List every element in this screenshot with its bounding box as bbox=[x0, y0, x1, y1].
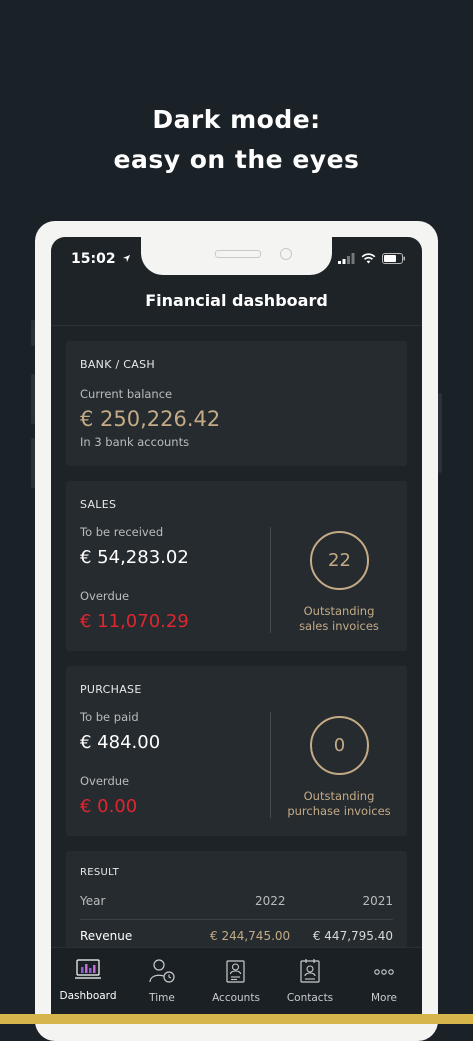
bank-card-title: BANK / CASH bbox=[80, 358, 155, 371]
tab-accounts-label: Accounts bbox=[212, 992, 260, 1004]
tab-more[interactable]: More bbox=[347, 958, 421, 1004]
purchase-caption-line-2: purchase invoices bbox=[287, 804, 391, 818]
more-icon bbox=[374, 969, 394, 975]
phone-side-button-power bbox=[438, 393, 442, 473]
current-balance-label: Current balance bbox=[80, 387, 173, 401]
speaker-grille bbox=[215, 250, 261, 258]
phone-side-button-volume-up bbox=[31, 374, 35, 424]
promo-line-2: easy on the eyes bbox=[113, 145, 360, 174]
tab-contacts[interactable]: Contacts bbox=[273, 958, 347, 1004]
tab-dashboard-label: Dashboard bbox=[59, 990, 117, 1002]
bottom-tab-bar: Dashboard Time Accounts Contacts More bbox=[51, 947, 422, 1024]
purchase-card-divider bbox=[270, 712, 271, 818]
bank-accounts-note: In 3 bank accounts bbox=[80, 435, 190, 449]
revenue-current: € 244,745.00 bbox=[210, 929, 291, 943]
purchase-invoice-count-ring[interactable]: 0 bbox=[310, 716, 369, 775]
sales-overdue-label: Overdue bbox=[80, 589, 130, 603]
revenue-previous: € 447,795.40 bbox=[312, 929, 393, 943]
notch bbox=[141, 237, 332, 275]
sales-caption-line-2: sales invoices bbox=[299, 619, 379, 633]
time-icon bbox=[149, 959, 175, 983]
current-balance-value: € 250,226.42 bbox=[80, 407, 221, 431]
bottom-accent-strip bbox=[0, 1014, 473, 1024]
purchase-overdue-amount: € 0.00 bbox=[80, 796, 138, 817]
purchase-overdue-label: Overdue bbox=[80, 774, 130, 788]
cellular-signal-icon bbox=[338, 253, 355, 264]
to-be-paid-amount: € 484.00 bbox=[80, 732, 161, 753]
wifi-icon bbox=[361, 253, 376, 264]
phone-side-button-volume-down bbox=[31, 438, 35, 488]
sales-caption-line-1: Outstanding bbox=[303, 604, 375, 618]
bank-cash-card[interactable]: BANK / CASH Current balance € 250,226.42… bbox=[66, 341, 407, 466]
header-divider bbox=[51, 325, 422, 326]
tab-time[interactable]: Time bbox=[125, 958, 199, 1004]
status-time-text: 15:02 bbox=[71, 251, 116, 267]
accounts-icon bbox=[226, 960, 245, 983]
page-title: Financial dashboard bbox=[145, 291, 328, 310]
sales-card[interactable]: SALES To be received € 54,283.02 Overdue… bbox=[66, 481, 407, 651]
sales-invoice-count: 22 bbox=[328, 550, 351, 571]
app-screen: 15:02 Financial dashboard BANK / CASH Cu… bbox=[51, 237, 422, 1024]
tab-accounts[interactable]: Accounts bbox=[199, 958, 273, 1004]
to-be-received-label: To be received bbox=[80, 525, 164, 539]
purchase-caption-line-1: Outstanding bbox=[303, 789, 375, 803]
purchase-invoices-caption: Outstanding purchase invoices bbox=[286, 789, 392, 819]
year-label: Year bbox=[80, 894, 106, 908]
tab-more-label: More bbox=[370, 992, 398, 1004]
sales-card-title: SALES bbox=[80, 498, 117, 511]
front-camera bbox=[280, 248, 292, 260]
year-previous: 2021 bbox=[362, 894, 393, 908]
battery-icon bbox=[382, 253, 405, 264]
contacts-icon bbox=[300, 959, 320, 983]
to-be-paid-label: To be paid bbox=[80, 710, 139, 724]
location-arrow-icon bbox=[123, 254, 131, 263]
result-row-divider bbox=[80, 919, 393, 920]
year-current: 2022 bbox=[255, 894, 286, 908]
status-time: 15:02 bbox=[71, 251, 131, 267]
promo-heading: Dark mode: easy on the eyes bbox=[0, 100, 473, 180]
tab-time-label: Time bbox=[149, 992, 175, 1004]
tab-dashboard[interactable]: Dashboard bbox=[51, 958, 125, 1002]
to-be-received-amount: € 54,283.02 bbox=[80, 547, 189, 568]
phone-side-button-mute bbox=[31, 320, 35, 346]
sales-invoices-caption: Outstanding sales invoices bbox=[286, 604, 392, 634]
purchase-card-title: PURCHASE bbox=[80, 683, 142, 696]
sales-invoice-count-ring[interactable]: 22 bbox=[310, 531, 369, 590]
dashboard-icon bbox=[75, 959, 101, 979]
purchase-card[interactable]: PURCHASE To be paid € 484.00 Overdue € 0… bbox=[66, 666, 407, 836]
promo-line-1: Dark mode: bbox=[152, 105, 321, 134]
sales-overdue-amount: € 11,070.29 bbox=[80, 611, 189, 632]
sales-card-divider bbox=[270, 527, 271, 633]
revenue-label: Revenue bbox=[80, 929, 133, 943]
status-icons bbox=[338, 253, 406, 264]
tab-contacts-label: Contacts bbox=[286, 992, 334, 1004]
purchase-invoice-count: 0 bbox=[333, 735, 346, 756]
result-card-title: RESULT bbox=[80, 867, 120, 878]
